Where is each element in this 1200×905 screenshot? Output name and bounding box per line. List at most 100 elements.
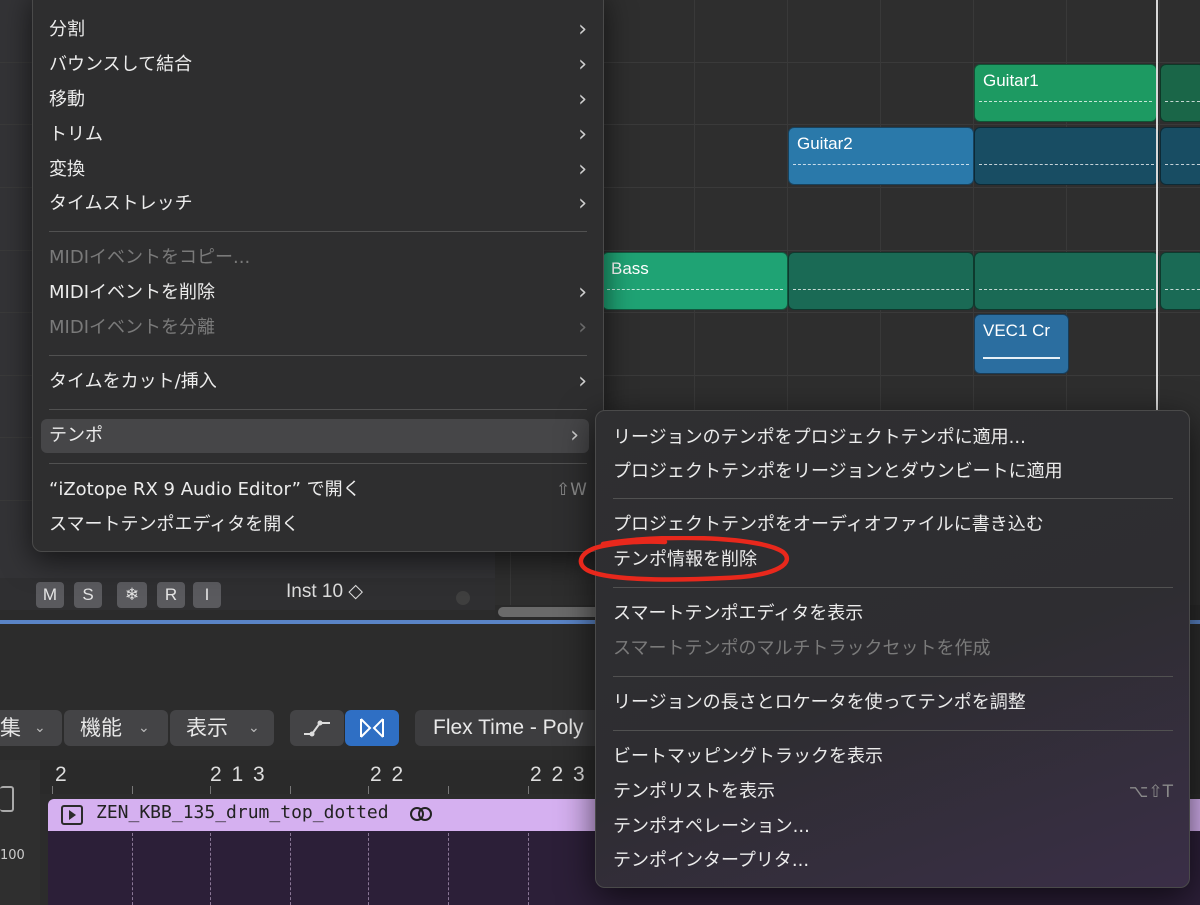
- tempo-submenu: リージョンのテンポをプロジェクトテンポに適用... プロジェクトテンポをリージョ…: [595, 410, 1190, 888]
- menu-separator: [613, 676, 1173, 677]
- menu-item-open-smart-tempo-editor[interactable]: スマートテンポエディタを開く: [49, 508, 589, 542]
- menu-item-split[interactable]: 分割 ›: [49, 13, 589, 47]
- midi-note-bar: [983, 357, 1060, 359]
- chevron-right-icon: ›: [570, 423, 579, 448]
- playhead[interactable]: [1156, 0, 1158, 415]
- menu-item-separate-midi: MIDIイベントを分離 ›: [49, 311, 589, 345]
- menu-item-label: MIDIイベントをコピー...: [49, 247, 251, 268]
- ruler-label: 2 2 3: [530, 763, 587, 786]
- record-enable-dot-icon[interactable]: [456, 591, 470, 605]
- menu-item-label: 移動: [49, 89, 85, 110]
- solo-button[interactable]: S: [74, 582, 102, 608]
- chevron-right-icon: ›: [578, 191, 587, 216]
- menu-separator: [613, 730, 1173, 731]
- functions-menu-label: 機能: [80, 716, 122, 740]
- menu-item-label: 変換: [49, 159, 85, 180]
- submenu-item-apply-region-tempo[interactable]: リージョンのテンポをプロジェクトテンポに適用...: [613, 421, 1173, 455]
- menu-item-label: リージョンのテンポをプロジェクトテンポに適用...: [613, 427, 1026, 448]
- region-waveform: [793, 164, 969, 167]
- edit-menu-button[interactable]: 集 ⌄: [0, 710, 62, 746]
- menu-item-label: テンポ: [49, 425, 103, 446]
- menu-shortcut: ⇧W: [555, 480, 587, 500]
- region-guitar2-loop[interactable]: [974, 127, 1159, 185]
- menu-separator: [49, 463, 587, 464]
- chevron-right-icon: ›: [578, 369, 587, 394]
- menu-item-label: MIDIイベントを分離: [49, 317, 216, 338]
- mute-button[interactable]: M: [36, 582, 64, 608]
- view-menu-label: 表示: [186, 716, 228, 740]
- menu-item-tempo[interactable]: テンポ ›: [41, 419, 589, 453]
- annotation-circle: [578, 536, 790, 582]
- menu-item-convert[interactable]: 変換 ›: [49, 153, 589, 187]
- ruler-label: 2 1 3: [210, 763, 267, 786]
- region-guitar1-loop[interactable]: [1160, 64, 1200, 122]
- clipboard-icon[interactable]: [0, 786, 14, 812]
- region-guitar1[interactable]: Guitar1: [974, 64, 1157, 122]
- menu-item-open-izotope[interactable]: “iZotope RX 9 Audio Editor” で開く ⇧W: [49, 473, 589, 507]
- record-button[interactable]: R: [157, 582, 185, 608]
- view-menu-button[interactable]: 表示 ⌄: [170, 710, 274, 746]
- scrollbar-thumb[interactable]: [498, 607, 608, 617]
- audio-region-name: ZEN_KBB_135_drum_top_dotted: [96, 802, 389, 823]
- submenu-item-tempo-interpreter[interactable]: テンポインタープリタ...: [613, 844, 1173, 878]
- menu-item-delete-midi[interactable]: MIDIイベントを削除 ›: [49, 276, 589, 310]
- region-bass-loop[interactable]: [788, 252, 974, 310]
- region-waveform: [607, 289, 783, 292]
- instrument-name[interactable]: Inst 10 ◇: [286, 580, 363, 603]
- menu-item-label: プロジェクトテンポをオーディオファイルに書き込む: [613, 514, 1044, 535]
- chevron-right-icon: ›: [578, 17, 587, 42]
- region-bass-loop[interactable]: [974, 252, 1159, 310]
- submenu-item-show-beat-mapping[interactable]: ビートマッピングトラックを表示: [613, 740, 1173, 774]
- menu-item-trim[interactable]: トリム ›: [49, 118, 589, 152]
- region-name: Guitar2: [797, 134, 853, 153]
- region-vec1[interactable]: VEC1 Cr: [974, 314, 1069, 374]
- y-axis-label: 100: [0, 848, 25, 863]
- chevron-down-icon: ⌄: [34, 720, 46, 736]
- menu-shortcut: ⌥⇧T: [1128, 782, 1173, 802]
- play-icon[interactable]: [61, 805, 83, 825]
- submenu-item-adjust-tempo-locators[interactable]: リージョンの長さとロケータを使ってテンポを調整: [613, 686, 1173, 720]
- menu-separator: [49, 231, 587, 232]
- menu-item-label: バウンスして結合: [49, 54, 193, 75]
- menu-item-label: リージョンの長さとロケータを使ってテンポを調整: [613, 692, 1026, 713]
- menu-item-label: スマートテンポエディタを表示: [613, 603, 864, 624]
- region-guitar2[interactable]: Guitar2: [788, 127, 974, 185]
- chevron-down-icon: ⌄: [138, 720, 150, 736]
- flex-toggle-button[interactable]: [345, 710, 399, 746]
- flex-icon: [360, 718, 384, 738]
- menu-separator: [49, 409, 587, 410]
- chevron-right-icon: ›: [578, 315, 587, 340]
- menu-item-label: テンポリストを表示: [613, 781, 775, 802]
- menu-item-label: “iZotope RX 9 Audio Editor” で開く: [49, 479, 361, 500]
- chevron-right-icon: ›: [578, 280, 587, 305]
- menu-item-move[interactable]: 移動 ›: [49, 83, 589, 117]
- menu-item-label: プロジェクトテンポをリージョンとダウンビートに適用: [613, 461, 1063, 482]
- functions-menu-button[interactable]: 機能 ⌄: [64, 710, 168, 746]
- menu-item-label: テンポインタープリタ...: [613, 850, 810, 871]
- input-monitor-button[interactable]: I: [193, 582, 221, 608]
- menu-item-bounce-join[interactable]: バウンスして結合 ›: [49, 48, 589, 82]
- editor-left-gutter: [0, 760, 40, 905]
- menu-item-cut-insert-time[interactable]: タイムをカット/挿入 ›: [49, 365, 589, 399]
- flex-mode-value: Flex Time - Poly: [433, 716, 584, 739]
- automation-button[interactable]: [290, 710, 344, 746]
- submenu-item-create-multitrack-set: スマートテンポのマルチトラックセットを作成: [613, 632, 1173, 666]
- menu-item-label: MIDIイベントを削除: [49, 282, 216, 303]
- menu-item-label: スマートテンポのマルチトラックセットを作成: [613, 638, 991, 659]
- context-menu: 分割 › バウンスして結合 › 移動 › トリム › 変換 › タイムストレッチ…: [32, 0, 604, 552]
- submenu-item-show-smart-tempo-editor[interactable]: スマートテンポエディタを表示: [613, 597, 1173, 631]
- region-waveform: [979, 101, 1152, 104]
- menu-item-label: スマートテンポエディタを開く: [49, 514, 300, 535]
- region-guitar2-loop[interactable]: [1160, 127, 1200, 185]
- submenu-item-show-tempo-list[interactable]: テンポリストを表示 ⌥⇧T: [613, 775, 1173, 809]
- region-name: VEC1 Cr: [983, 321, 1051, 340]
- chevron-right-icon: ›: [578, 87, 587, 112]
- menu-item-time-stretch[interactable]: タイムストレッチ ›: [49, 187, 589, 221]
- submenu-item-apply-project-tempo[interactable]: プロジェクトテンポをリージョンとダウンビートに適用: [613, 455, 1173, 489]
- menu-item-label: テンポオペレーション...: [613, 816, 810, 837]
- submenu-item-tempo-operations[interactable]: テンポオペレーション...: [613, 810, 1173, 844]
- snowflake-icon[interactable]: ❄: [117, 582, 147, 608]
- region-bass-loop[interactable]: [1160, 252, 1200, 310]
- region-bass[interactable]: Bass: [602, 252, 788, 310]
- menu-separator: [49, 355, 587, 356]
